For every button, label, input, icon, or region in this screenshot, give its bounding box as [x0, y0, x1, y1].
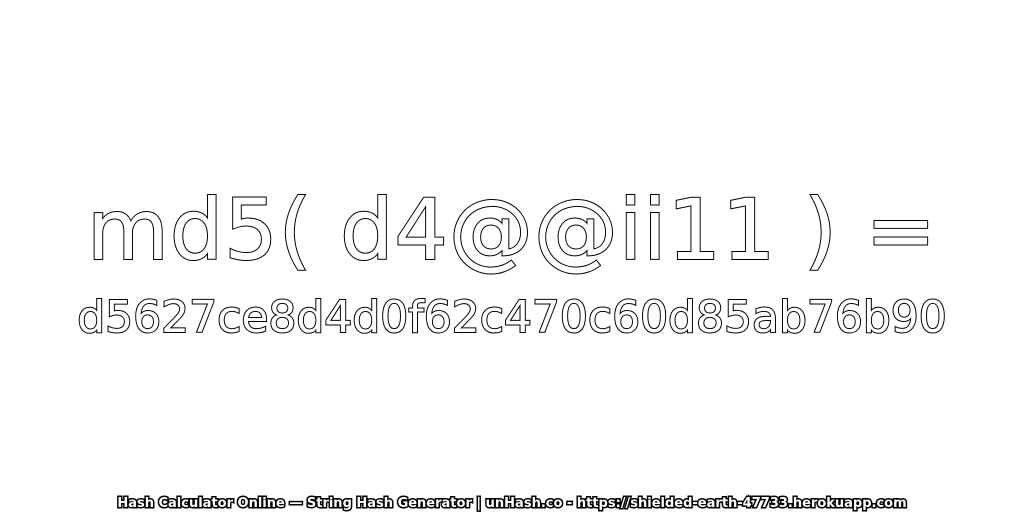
hash-result: d5627ce8d4d0f62c470c60d85ab76b90 — [76, 291, 948, 344]
hash-expression: md5( d4@@ii11 ) = — [86, 180, 937, 280]
footer-caption: Hash Calculator Online — String Hash Gen… — [116, 495, 908, 512]
